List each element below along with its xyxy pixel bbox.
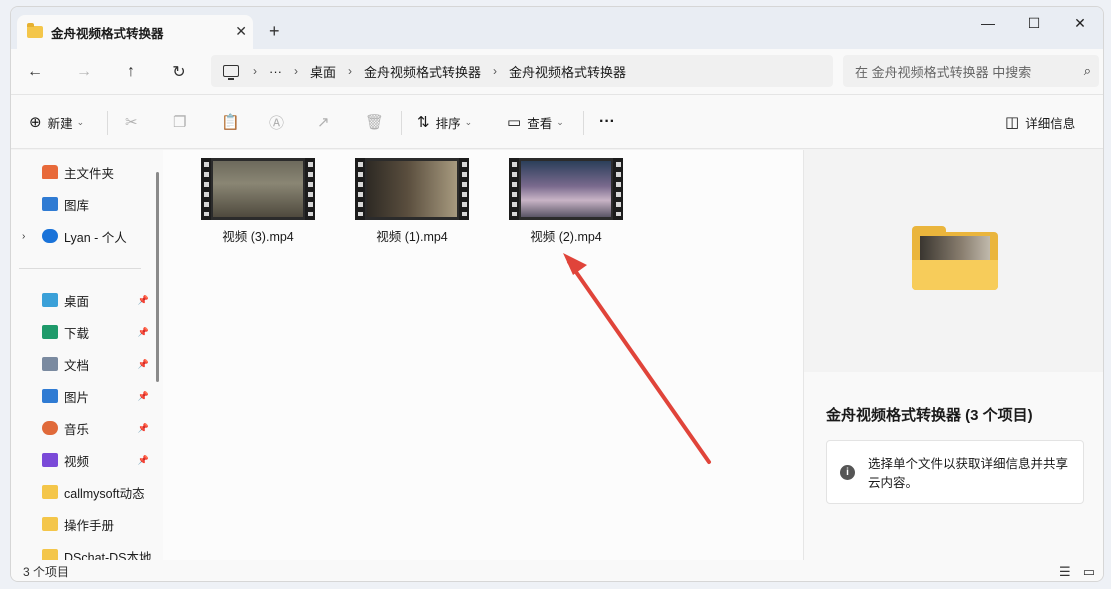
- item-count: 3 个项目: [23, 565, 70, 579]
- info-text: 选择单个文件以获取详细信息并共享云内容。: [868, 457, 1069, 490]
- file-explorer-window: 金舟视频格式转换器 ✕ + — ☐ ✕ ← → ↑ ↻ › ··· › 桌面 ›…: [10, 6, 1104, 582]
- preview-area: [804, 150, 1103, 372]
- arrow-shaft: [567, 260, 711, 464]
- details-view-icon[interactable]: ☰: [1059, 564, 1071, 580]
- details-pane: 金舟视频格式转换器 (3 个项目) i 选择单个文件以获取详细信息并共享云内容。: [803, 150, 1103, 560]
- info-icon: i: [840, 465, 855, 480]
- tiles-view-icon[interactable]: ▭: [1083, 564, 1095, 580]
- details-title: 金舟视频格式转换器 (3 个项目): [826, 407, 1033, 424]
- folder-preview-icon: [912, 224, 998, 292]
- status-bar: 3 个项目 ☰ ▭: [11, 560, 1103, 581]
- view-toggle: ☰ ▭: [1059, 564, 1095, 580]
- arrow-head: [563, 253, 587, 275]
- info-card: i 选择单个文件以获取详细信息并共享云内容。: [826, 440, 1084, 504]
